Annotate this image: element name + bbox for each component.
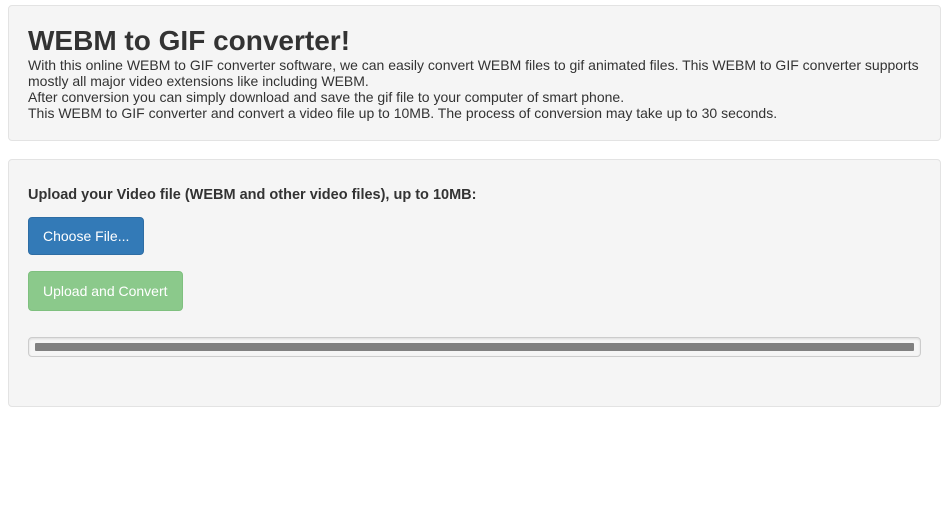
intro-paragraph-1: With this online WEBM to GIF converter s… bbox=[28, 57, 921, 89]
upload-label: Upload your Video file (WEBM and other v… bbox=[28, 187, 921, 203]
choose-file-button[interactable]: Choose File... bbox=[28, 217, 144, 255]
upload-form-panel: Upload your Video file (WEBM and other v… bbox=[8, 159, 941, 407]
intro-panel: WEBM to GIF converter! With this online … bbox=[8, 5, 941, 141]
intro-paragraph-2: After conversion you can simply download… bbox=[28, 89, 921, 105]
progress-bar-fill bbox=[35, 343, 914, 351]
intro-paragraph-3: This WEBM to GIF converter and convert a… bbox=[28, 105, 921, 121]
upload-convert-button[interactable]: Upload and Convert bbox=[28, 271, 183, 311]
page-title: WEBM to GIF converter! bbox=[28, 25, 921, 57]
progress-bar-container bbox=[28, 337, 921, 357]
